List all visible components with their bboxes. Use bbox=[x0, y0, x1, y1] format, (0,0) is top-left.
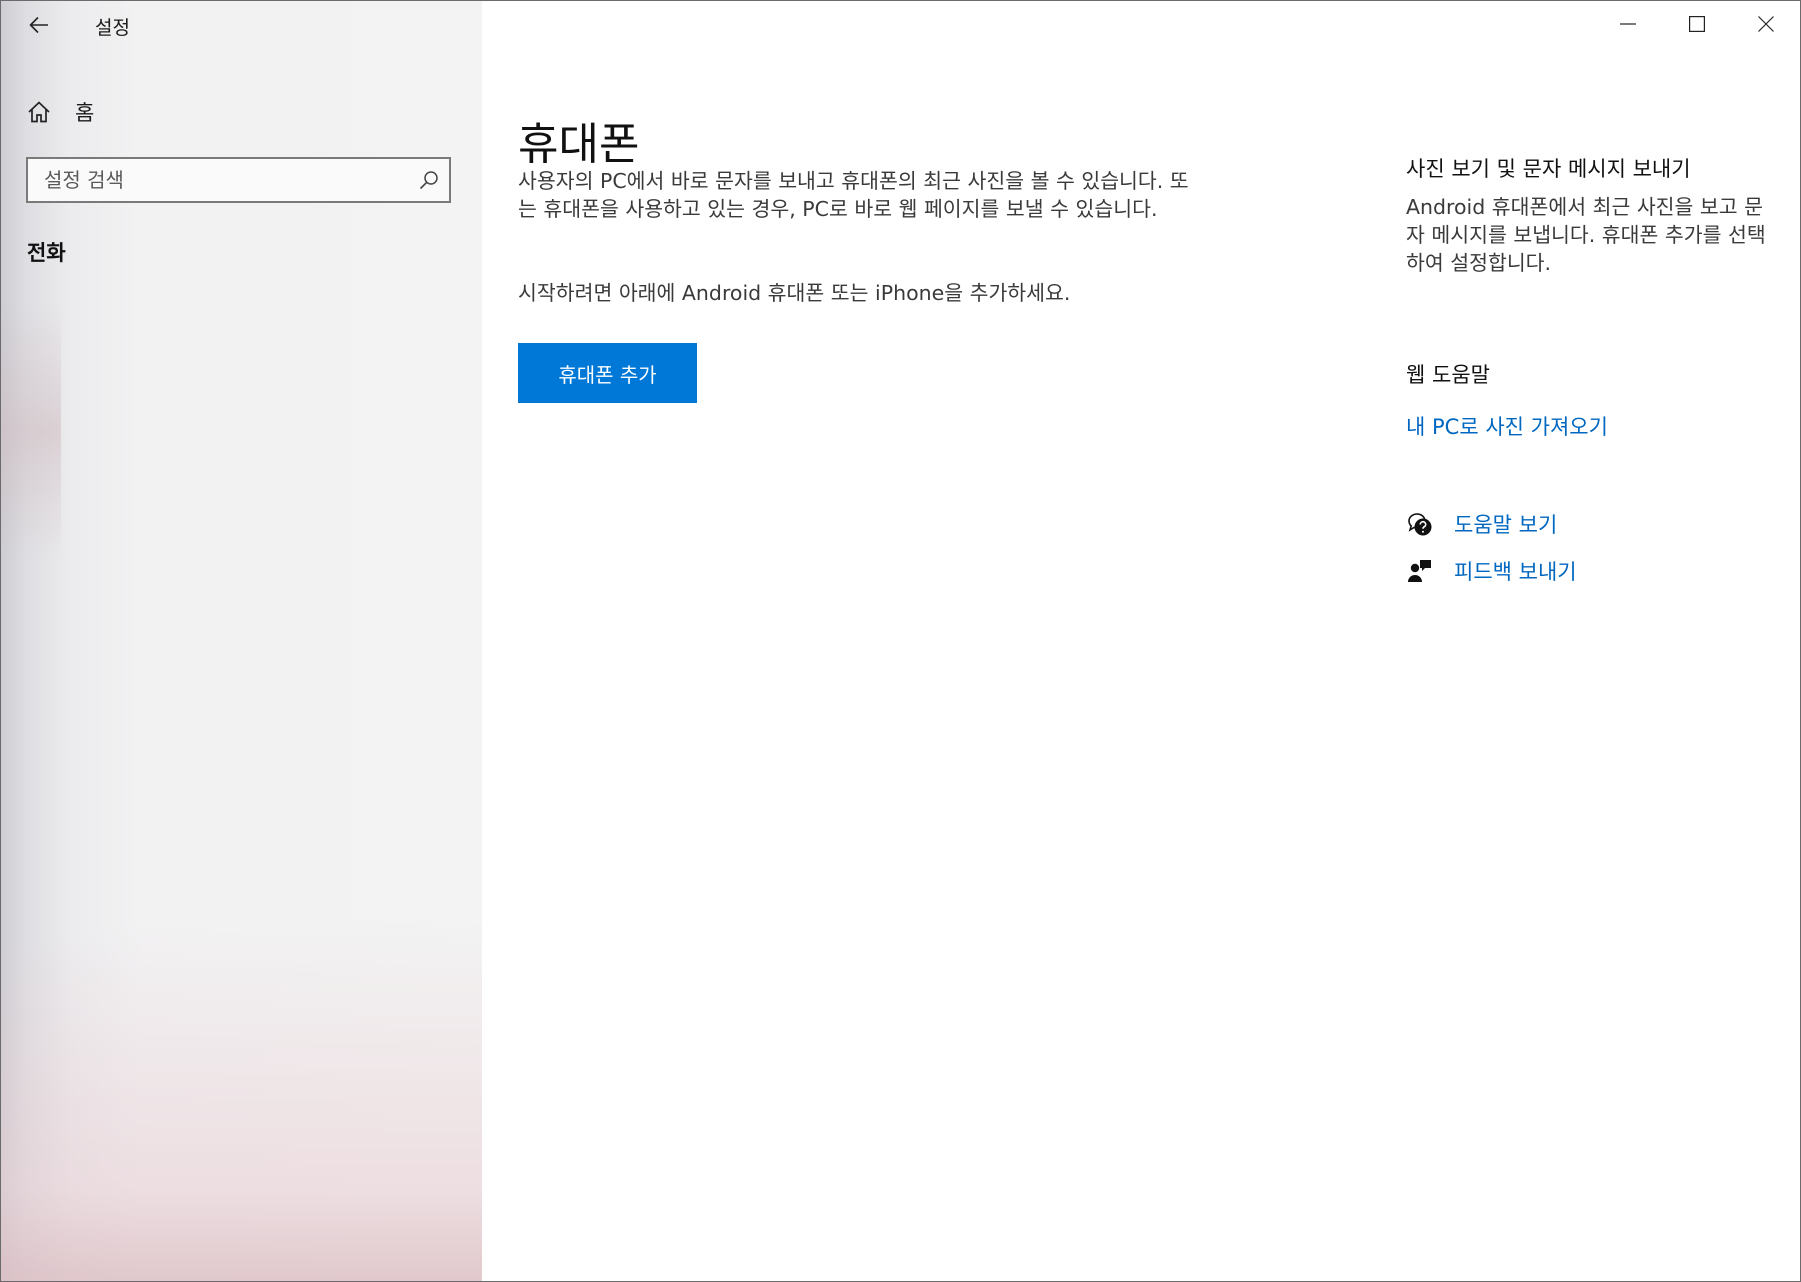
sidebar-section-label: 전화 bbox=[27, 241, 66, 265]
close-button[interactable] bbox=[1731, 1, 1800, 51]
help-chat-icon bbox=[1406, 510, 1434, 538]
settings-window: 설정 홈 전화 bbox=[0, 0, 1801, 1282]
sidebar-acrylic-tint bbox=[1, 301, 61, 561]
search-icon[interactable] bbox=[409, 160, 449, 200]
back-arrow-icon bbox=[29, 16, 49, 38]
give-feedback-link[interactable]: 피드백 보내기 bbox=[1406, 556, 1577, 586]
close-icon bbox=[1757, 16, 1774, 36]
page-title: 휴대폰 bbox=[518, 119, 640, 171]
maximize-icon bbox=[1688, 16, 1705, 36]
sidebar: 설정 홈 전화 bbox=[1, 1, 482, 1281]
get-help-link[interactable]: 도움말 보기 bbox=[1406, 509, 1557, 539]
sidebar-item-home[interactable]: 홈 bbox=[25, 95, 94, 129]
feedback-icon bbox=[1406, 557, 1434, 585]
search-box[interactable] bbox=[26, 157, 451, 203]
home-icon bbox=[25, 98, 53, 126]
search-input[interactable] bbox=[28, 158, 409, 202]
maximize-button[interactable] bbox=[1662, 1, 1731, 51]
minimize-icon bbox=[1619, 16, 1636, 36]
sidebar-item-label: 홈 bbox=[75, 101, 95, 125]
get-help-label: 도움말 보기 bbox=[1454, 513, 1558, 537]
related-description: Android 휴대폰에서 최근 사진을 보고 문자 메시지를 보냅니다. 휴대… bbox=[1406, 195, 1766, 275]
add-phone-button[interactable]: 휴대폰 추가 bbox=[518, 343, 697, 403]
window-controls bbox=[1593, 1, 1800, 51]
web-help-link[interactable]: 내 PC로 사진 가져오기 bbox=[1406, 411, 1608, 441]
web-help-heading: 웹 도움말 bbox=[1406, 363, 1490, 387]
app-title: 설정 bbox=[95, 17, 130, 39]
sidebar-acrylic-tint-bottom bbox=[1, 921, 482, 1281]
back-button[interactable] bbox=[19, 7, 59, 47]
page-instruction: 시작하려면 아래에 Android 휴대폰 또는 iPhone을 추가하세요. bbox=[518, 281, 1071, 305]
give-feedback-label: 피드백 보내기 bbox=[1454, 560, 1577, 584]
minimize-button[interactable] bbox=[1593, 1, 1662, 51]
related-heading: 사진 보기 및 문자 메시지 보내기 bbox=[1406, 157, 1691, 181]
page-description: 사용자의 PC에서 바로 문자를 보내고 휴대폰의 최근 사진을 볼 수 있습니… bbox=[518, 169, 1189, 221]
